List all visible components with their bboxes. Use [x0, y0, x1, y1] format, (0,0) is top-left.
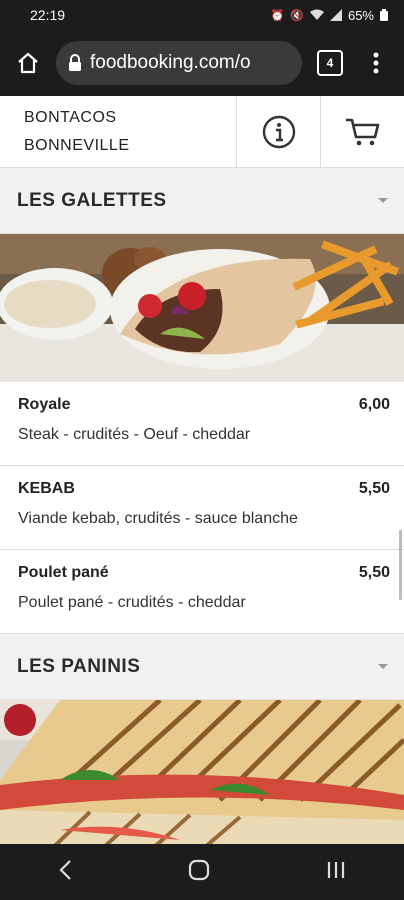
- url-text: foodbooking.com/o: [90, 52, 251, 73]
- status-bar: 22:19 ⏰ 🔇 65%: [0, 0, 404, 30]
- recent-apps-icon: [327, 861, 345, 878]
- app-header: BONTACOS BONNEVILLE: [0, 96, 404, 168]
- category-header-galettes[interactable]: LES GALETTES: [0, 168, 404, 234]
- home-circle-icon: [188, 859, 210, 880]
- wifi-icon: [309, 9, 324, 20]
- back-button[interactable]: [58, 859, 72, 886]
- item-description: Steak - crudités - Oeuf - cheddar: [18, 426, 251, 443]
- galette-photo: [0, 234, 404, 382]
- battery-icon: [380, 9, 388, 21]
- menu-item[interactable]: Royale 6,00 Steak - crudités - Oeuf - ch…: [0, 382, 404, 466]
- cart-button[interactable]: [320, 96, 404, 167]
- panini-photo: [0, 700, 404, 860]
- restaurant-name-line2: BONNEVILLE: [24, 137, 130, 154]
- address-bar[interactable]: foodbooking.com/o: [56, 41, 302, 85]
- tabs-button[interactable]: 4: [312, 45, 348, 81]
- tab-count: 4: [317, 50, 343, 76]
- browser-toolbar: foodbooking.com/o 4: [0, 30, 404, 96]
- menu-item[interactable]: KEBAB 5,50 Viande kebab, crudités - sauc…: [0, 466, 404, 550]
- item-price: 6,00: [358, 396, 390, 413]
- more-vert-icon: [373, 52, 379, 74]
- home-icon: [18, 52, 38, 74]
- item-name: Poulet pané: [18, 564, 109, 581]
- cart-icon: [345, 118, 379, 145]
- system-navigation-bar: [0, 844, 404, 900]
- category-title: LES PANINIS: [17, 655, 141, 677]
- alarm-icon: ⏰: [270, 9, 285, 22]
- home-nav-button[interactable]: [188, 859, 210, 886]
- lock-icon: [69, 54, 81, 71]
- signal-icon: [329, 9, 342, 21]
- item-name: Royale: [18, 396, 71, 413]
- item-name: KEBAB: [18, 480, 75, 497]
- info-button[interactable]: [236, 96, 320, 167]
- info-icon: [262, 115, 295, 148]
- item-description: Viande kebab, crudités - sauce blanche: [18, 510, 298, 527]
- restaurant-name: BONTACOS BONNEVILLE: [0, 96, 236, 167]
- category-title: LES GALETTES: [17, 189, 167, 211]
- status-icons: ⏰ 🔇 65%: [271, 8, 388, 23]
- item-description: Poulet pané - crudités - cheddar: [18, 594, 246, 611]
- recent-apps-button[interactable]: [326, 860, 346, 885]
- battery-percent: 65%: [347, 7, 374, 23]
- restaurant-name-line1: BONTACOS: [24, 109, 117, 126]
- item-price: 5,50: [358, 480, 390, 497]
- back-icon: [59, 859, 71, 880]
- category-image-galettes: [0, 234, 404, 382]
- scrollbar-thumb[interactable]: [399, 530, 402, 600]
- browser-menu-button[interactable]: [358, 45, 394, 81]
- status-time: 22:19: [30, 7, 66, 23]
- home-button[interactable]: [10, 45, 46, 81]
- category-image-paninis: [0, 700, 404, 860]
- menu-item[interactable]: Poulet pané 5,50 Poulet pané - crudités …: [0, 550, 404, 634]
- chevron-down-icon: [378, 198, 388, 203]
- mute-icon: 🔇: [290, 9, 304, 22]
- item-price: 5,50: [358, 564, 390, 581]
- category-header-paninis[interactable]: LES PANINIS: [0, 634, 404, 700]
- chevron-down-icon: [378, 664, 388, 669]
